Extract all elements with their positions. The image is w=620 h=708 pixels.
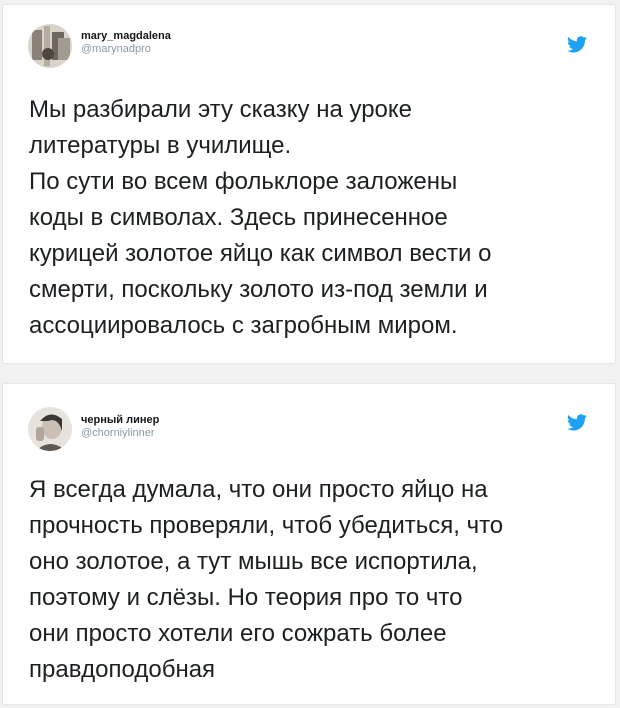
tweet-text: Мы разбирали эту сказку на уроке литерат… (29, 96, 492, 339)
handle[interactable]: @chorniylinner (81, 427, 159, 440)
tweet-card: черный линер @chorniylinner Я всегда дум… (2, 383, 616, 705)
tweet-card: mary_magdalena @marynadpro Мы разбирали … (2, 4, 616, 364)
display-name[interactable]: черный линер (81, 414, 159, 427)
author-info: mary_magdalena @marynadpro (81, 30, 171, 56)
twitter-bird-icon[interactable] (567, 36, 587, 53)
display-name[interactable]: mary_magdalena (81, 30, 171, 43)
tweet-text: Я всегда думала, что они просто яйцо на … (29, 476, 504, 683)
handle[interactable]: @marynadpro (81, 43, 171, 56)
twitter-bird-icon[interactable] (567, 414, 587, 431)
avatar[interactable] (28, 407, 72, 451)
author-info: черный линер @chorniylinner (81, 414, 159, 440)
avatar[interactable] (28, 24, 72, 68)
